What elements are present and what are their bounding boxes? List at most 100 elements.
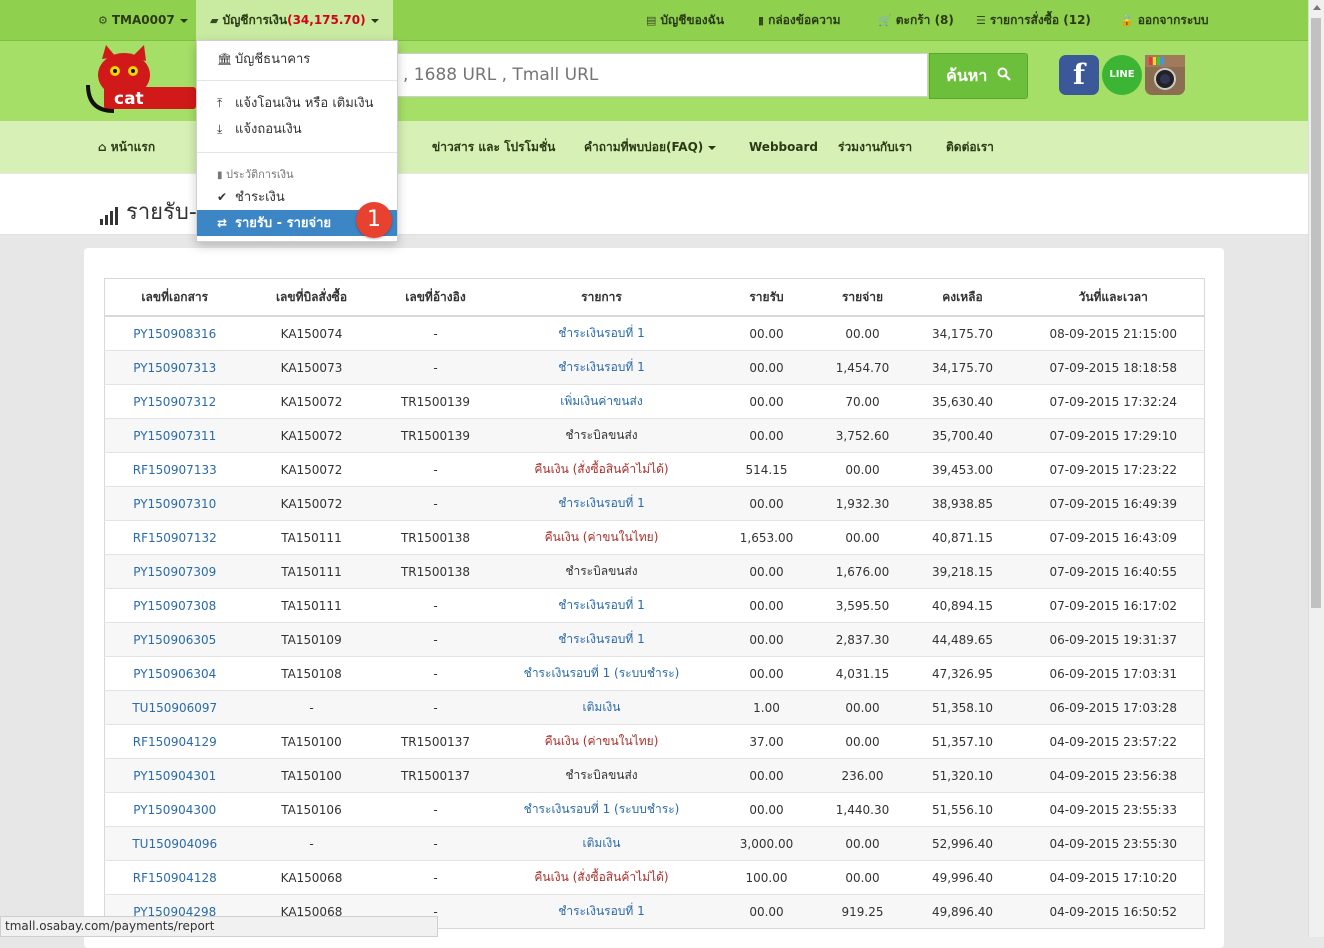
cell-doc-no[interactable]: PY150907309: [104, 554, 245, 589]
cell-order-no: KA150074: [244, 315, 379, 351]
page-scrollbar[interactable]: [1308, 0, 1324, 937]
table-row: PY150906304 TA150108- ชำระเงินรอบที่ 1 (ระ…: [104, 656, 1205, 691]
orders-link[interactable]: ☰ รายการสั่งซื้อ (12): [976, 0, 1091, 40]
inbox-link[interactable]: ▮ กล่องข้อความ: [758, 0, 841, 40]
cell-balance: 51,320.10: [902, 758, 1023, 793]
scrollbar-thumb[interactable]: [1311, 18, 1321, 608]
cell-expense: 1,440.30: [822, 792, 903, 827]
cell-datetime: 06-09-2015 17:03:28: [1022, 690, 1205, 725]
cell-doc-no[interactable]: PY150907313: [104, 350, 245, 385]
page-title-text: รายรับ-: [126, 200, 197, 225]
cell-doc-no[interactable]: PY150907311: [104, 418, 245, 453]
nav-faq[interactable]: คำถามที่พบบ่อย(FAQ): [584, 121, 717, 173]
cell-doc-no[interactable]: PY150907312: [104, 384, 245, 419]
cell-doc-no[interactable]: PY150906304: [104, 656, 245, 691]
nav-news[interactable]: ข่าวสาร และ โปรโมชั่น: [432, 121, 555, 173]
account-label: บัญชีการเงิน: [222, 13, 288, 27]
menu-notify-withdraw[interactable]: ⤓ แจ้งถอนเงิน: [197, 116, 397, 142]
cell-doc-no[interactable]: RF150904129: [104, 724, 245, 759]
cell-expense: 4,031.15: [822, 656, 903, 691]
nav-home[interactable]: ⌂ หน้าแรก: [98, 121, 155, 173]
cell-income: 37.00: [710, 724, 823, 759]
cell-doc-no[interactable]: TU150906097: [104, 690, 245, 725]
scroll-up-icon[interactable]: [1313, 5, 1321, 10]
table-row: PY150904300 TA150106- ชำระเงินรอบที่ 1 (ระ…: [104, 792, 1205, 827]
cell-expense: 00.00: [822, 826, 903, 861]
inbox-label: กล่องข้อความ: [768, 13, 841, 27]
cell-order-no: KA150072: [244, 384, 379, 419]
logout-label: ออกจากระบบ: [1137, 13, 1209, 27]
cell-datetime: 07-09-2015 16:17:02: [1022, 588, 1205, 623]
cell-doc-no[interactable]: TU150904096: [104, 826, 245, 861]
cell-item[interactable]: ชำระเงินรอบที่ 1 (ระบบชำระ): [492, 792, 711, 827]
search-button[interactable]: ค้นหา: [929, 53, 1028, 99]
cell-item[interactable]: ชำระเงินรอบที่ 1: [492, 894, 711, 929]
cell-doc-no[interactable]: PY150907310: [104, 486, 245, 521]
cell-item[interactable]: เพิ่มเงินค่าขนส่ง: [492, 384, 711, 419]
menu-bank-account[interactable]: 🏛 บัญชีธนาคาร: [197, 46, 397, 72]
instagram-icon[interactable]: [1145, 55, 1185, 95]
nav-webboard[interactable]: Webboard: [749, 121, 818, 173]
facebook-icon[interactable]: f: [1059, 55, 1099, 95]
search-input[interactable]: [397, 54, 927, 96]
cart-link[interactable]: 🛒 ตะกร้า (8): [878, 0, 954, 40]
table-row: PY150907308 TA150111- ชำระเงินรอบที่ 1 00.0…: [104, 588, 1205, 623]
menu-divider: [197, 152, 397, 153]
cell-ref-no: -: [378, 826, 493, 861]
cell-datetime: 07-09-2015 18:18:58: [1022, 350, 1205, 385]
menu-notify-transfer[interactable]: ⤒ แจ้งโอนเงิน หรือ เติมเงิน: [197, 90, 397, 116]
cell-item[interactable]: คืนเงิน (สั่งซื้อสินค้าไม่ได้): [492, 860, 711, 895]
cell-doc-no[interactable]: PY150904301: [104, 758, 245, 793]
cell-expense: 00.00: [822, 452, 903, 487]
line-label: LINE: [1109, 69, 1135, 80]
account-menu[interactable]: ▰ บัญชีการเงิน(34,175.70): [196, 0, 393, 40]
menu-divider: [197, 80, 397, 81]
cell-doc-no[interactable]: RF150907133: [104, 452, 245, 487]
cell-order-no: TA150109: [244, 622, 379, 657]
cell-item: ชำระบิลขนส่ง: [492, 758, 711, 793]
cell-income: 00.00: [710, 758, 823, 793]
table-row: PY150907309 TA150111 TR1500138 ชำระบิลขนส่ง…: [104, 554, 1205, 589]
bank-icon: 🏛: [217, 52, 233, 66]
nav-partner[interactable]: ร่วมงานกับเรา: [838, 121, 912, 173]
chevron-down-icon: [370, 18, 379, 23]
cell-item[interactable]: ชำระเงินรอบที่ 1: [492, 486, 711, 521]
nav-partner-label: ร่วมงานกับเรา: [838, 140, 913, 154]
cell-order-no: TA150100: [244, 724, 379, 759]
cell-ref-no: -: [378, 315, 493, 351]
line-icon[interactable]: LINE: [1102, 55, 1142, 95]
nav-contact[interactable]: ติดต่อเรา: [946, 121, 994, 173]
cell-balance: 35,700.40: [902, 418, 1023, 453]
my-account-label: บัญชีของฉัน: [660, 13, 725, 27]
cell-item[interactable]: คืนเงิน (ค่าขนในไทย): [492, 724, 711, 759]
cell-item[interactable]: ชำระเงินรอบที่ 1: [492, 315, 711, 351]
cell-item[interactable]: คืนเงิน (ค่าขนในไทย): [492, 520, 711, 555]
col-expense: รายจ่าย: [822, 278, 903, 317]
lock-icon: 🔒: [1120, 14, 1134, 27]
col-datetime: วันที่และเวลา: [1022, 278, 1205, 317]
cell-item[interactable]: คืนเงิน (สั่งซื้อสินค้าไม่ได้): [492, 452, 711, 487]
cell-doc-no[interactable]: PY150907308: [104, 588, 245, 623]
cell-item[interactable]: เติมเงิน: [492, 826, 711, 861]
cell-item[interactable]: ชำระเงินรอบที่ 1: [492, 350, 711, 385]
cell-doc-no[interactable]: PY150904300: [104, 792, 245, 827]
table-row: PY150907310 KA150072- ชำระเงินรอบที่ 1 00.0…: [104, 486, 1205, 521]
cell-doc-no[interactable]: PY150906305: [104, 622, 245, 657]
cell-order-no: KA150072: [244, 452, 379, 487]
cell-doc-no[interactable]: PY150908316: [104, 315, 245, 351]
nav-faq-label: คำถามที่พบบ่อย(FAQ): [584, 140, 704, 154]
cell-item[interactable]: ชำระเงินรอบที่ 1: [492, 622, 711, 657]
cell-balance: 47,326.95: [902, 656, 1023, 691]
cell-item[interactable]: ชำระเงินรอบที่ 1: [492, 588, 711, 623]
user-menu[interactable]: ⚙ TMA0007: [98, 0, 188, 40]
cell-income: 00.00: [710, 588, 823, 623]
my-account-link[interactable]: ▤ บัญชีของฉัน: [646, 0, 724, 40]
cell-expense: 00.00: [822, 315, 903, 351]
cell-item[interactable]: เติมเงิน: [492, 690, 711, 725]
site-logo[interactable]: cat: [84, 45, 196, 119]
cell-doc-no[interactable]: RF150904128: [104, 860, 245, 895]
cell-item[interactable]: ชำระเงินรอบที่ 1 (ระบบชำระ): [492, 656, 711, 691]
cell-income: 00.00: [710, 792, 823, 827]
logout-link[interactable]: 🔒 ออกจากระบบ: [1120, 0, 1209, 40]
cell-doc-no[interactable]: RF150907132: [104, 520, 245, 555]
